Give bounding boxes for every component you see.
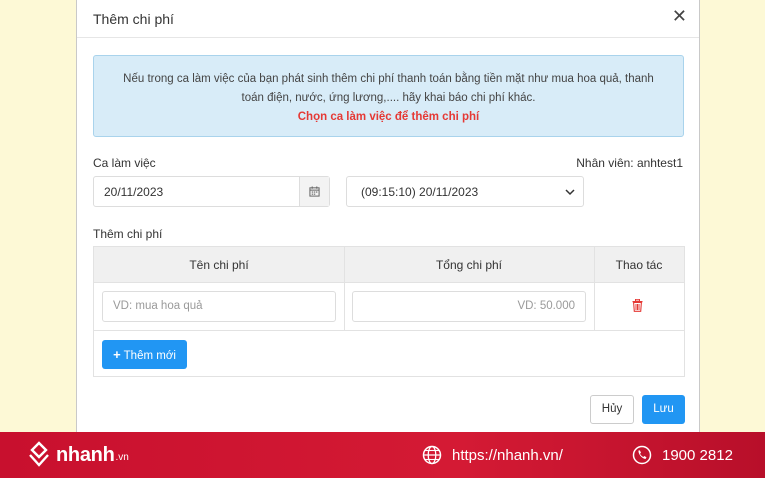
cost-amount-input[interactable]: VD: 50.000 — [352, 291, 586, 322]
cost-name-input[interactable]: VD: mua hoa quả — [102, 291, 336, 322]
modal-header: Thêm chi phí ✕ — [77, 0, 699, 38]
add-cost-button[interactable]: + Thêm mới — [102, 340, 187, 369]
phone-icon — [632, 445, 652, 465]
shift-date-value: 20/11/2023 — [104, 185, 164, 199]
info-alert: Nếu trong ca làm việc của bạn phát sinh … — [93, 55, 684, 137]
info-line-2: toán điện, nước, ứng lương,.... hãy khai… — [241, 92, 536, 104]
cancel-button[interactable]: Hủy — [590, 395, 634, 424]
shift-date-input[interactable]: 20/11/2023 — [93, 176, 330, 207]
footer-banner: nhanh .vn https://nhanh.vn/ 1900 2812 — [0, 432, 765, 478]
chevron-down-icon — [565, 189, 575, 196]
info-line-1: Nếu trong ca làm việc của bạn phát sinh … — [123, 73, 654, 85]
brand-logo: nhanh .vn — [26, 441, 129, 467]
column-divider — [594, 247, 595, 330]
column-cost-name: Tên chi phí — [189, 258, 249, 272]
cost-table: Tên chi phí Tổng chi phí Thao tác VD: mu… — [93, 246, 685, 377]
close-button[interactable]: ✕ — [672, 6, 687, 26]
modal-title: Thêm chi phí — [93, 11, 174, 27]
add-cost-label: Thêm mới — [123, 350, 176, 362]
column-divider — [344, 247, 345, 330]
phone-number: 1900 2812 — [662, 446, 733, 464]
phone-link[interactable]: 1900 2812 — [632, 445, 733, 465]
plus-icon: + — [113, 347, 121, 362]
shift-label: Ca làm việc — [93, 156, 156, 170]
brand-tld: .vn — [115, 452, 129, 463]
globe-icon — [422, 445, 442, 465]
add-cost-modal: Thêm chi phí ✕ Nếu trong ca làm việc của… — [76, 0, 700, 432]
website-url: https://nhanh.vn/ — [452, 446, 563, 464]
nhanh-logo-icon — [29, 441, 49, 467]
row-divider — [94, 330, 684, 331]
shift-select-value: (09:15:10) 20/11/2023 — [361, 185, 479, 199]
website-link[interactable]: https://nhanh.vn/ — [422, 445, 563, 465]
calendar-button[interactable] — [299, 177, 329, 206]
cost-table-header: Tên chi phí Tổng chi phí Thao tác — [94, 247, 684, 283]
save-button[interactable]: Lưu — [642, 395, 685, 424]
employee-label: Nhân viên: anhtest1 — [576, 156, 683, 170]
shift-select[interactable]: (09:15:10) 20/11/2023 — [346, 176, 584, 207]
calendar-icon — [309, 186, 320, 197]
info-warning: Chọn ca làm việc để thêm chi phí — [297, 111, 480, 123]
trash-icon[interactable] — [632, 299, 643, 312]
brand-name: nhanh — [56, 444, 115, 466]
cost-section-label: Thêm chi phí — [93, 227, 163, 241]
column-cost-total: Tổng chi phí — [435, 258, 503, 272]
column-actions: Thao tác — [615, 258, 663, 272]
